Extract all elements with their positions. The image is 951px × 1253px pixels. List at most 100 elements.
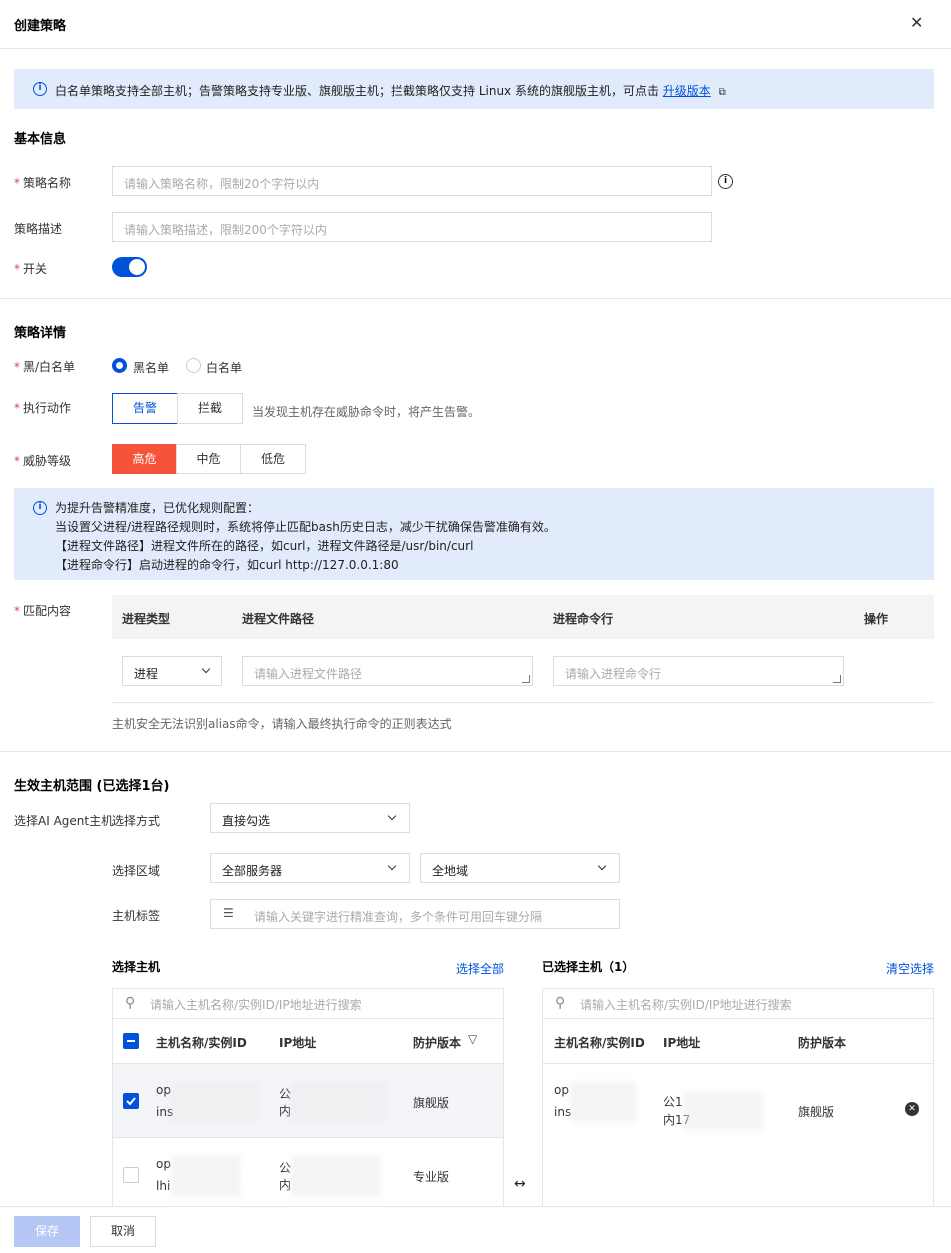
- search-icon: ⚲: [555, 995, 566, 1011]
- protect-version: 专业版: [413, 1170, 450, 1184]
- process-cmd-input[interactable]: 请输入进程命令行: [553, 656, 844, 686]
- process-path-placeholder: 请输入进程文件路径: [254, 667, 363, 681]
- tip-line: 为提升告警精准度，已优化规则配置：: [55, 501, 260, 515]
- host-name: op: [156, 1083, 171, 1097]
- col-ip: IP地址: [663, 1036, 701, 1050]
- tag-label: 主机标签: [112, 909, 161, 923]
- chevron-down-icon: [597, 861, 607, 871]
- tag-filter-icon: ☰: [223, 906, 234, 920]
- scope-section-title: 生效主机范围 (已选择1台): [14, 779, 170, 794]
- tip-info-icon: i: [33, 501, 47, 515]
- table-row[interactable]: op ins 公 内 旗舰版: [113, 1064, 503, 1137]
- policy-name-label: * 策略名称: [14, 176, 72, 190]
- selected-search-input[interactable]: 请输入主机名称/实例ID/IP地址进行搜索: [580, 996, 792, 1013]
- col-process-cmd: 进程命令行: [553, 612, 614, 626]
- level-medium-button[interactable]: 中危: [176, 444, 241, 474]
- level-high-button[interactable]: 高危: [112, 444, 177, 474]
- blacklist-radio[interactable]: [112, 358, 127, 373]
- level-low-button[interactable]: 低危: [240, 444, 306, 474]
- process-type-select[interactable]: 进程: [122, 656, 222, 686]
- col-host-name: 主机名称/实例ID: [554, 1036, 645, 1050]
- close-icon[interactable]: ✕: [910, 13, 923, 32]
- policy-desc-placeholder: 请输入策略描述，限制200个字符以内: [124, 223, 327, 237]
- method-select[interactable]: 直接勾选: [210, 803, 410, 833]
- row-checkbox[interactable]: [123, 1093, 139, 1109]
- transfer-arrows-icon: ↔: [514, 1176, 526, 1192]
- col-process-type: 进程类型: [122, 612, 171, 626]
- remove-icon[interactable]: ✕: [905, 1102, 919, 1116]
- whitelist-label[interactable]: 白名单: [206, 359, 242, 376]
- area-select[interactable]: 全地域: [420, 853, 620, 883]
- select-all-link[interactable]: 选择全部: [456, 960, 504, 977]
- resize-handle-icon[interactable]: [522, 675, 530, 683]
- select-host-title: 选择主机: [112, 960, 161, 974]
- method-value: 直接勾选: [222, 814, 271, 828]
- list-type-label: * 黑/白名单: [14, 360, 76, 374]
- action-alert-button[interactable]: 告警: [112, 393, 178, 424]
- col-ip: IP地址: [279, 1036, 317, 1050]
- resize-handle-icon[interactable]: [833, 675, 841, 683]
- panel-divider: [113, 1018, 503, 1019]
- redacted-block: [171, 1156, 241, 1196]
- row-checkbox[interactable]: [123, 1167, 139, 1183]
- dialog-title: 创建策略: [14, 19, 67, 34]
- match-row-divider: [112, 702, 934, 703]
- policy-switch[interactable]: [112, 257, 147, 277]
- region-label: 选择区域: [112, 864, 161, 878]
- section-divider: [0, 751, 951, 752]
- action-hint: 当发现主机存在威胁命令时，将产生告警。: [252, 405, 481, 419]
- tip-line: 当设置父进程/进程路径规则时，系统将停止匹配bash历史日志，减少干扰确保告警准…: [55, 520, 556, 534]
- threat-level-label: * 威胁等级: [14, 454, 72, 468]
- region-select[interactable]: 全部服务器: [210, 853, 410, 883]
- tag-search-placeholder: 请输入关键字进行精准查询，多个条件可用回车键分隔: [254, 910, 543, 924]
- clear-selection-link[interactable]: 清空选择: [886, 960, 934, 977]
- panel-divider: [543, 1018, 933, 1019]
- area-value: 全地域: [432, 864, 469, 878]
- chevron-down-icon: [201, 664, 211, 674]
- public-ip: 公1: [663, 1095, 683, 1109]
- upgrade-link[interactable]: 升级版本: [663, 84, 711, 98]
- redacted-block: [683, 1092, 763, 1130]
- host-id: lhi: [156, 1179, 171, 1193]
- policy-name-input[interactable]: 请输入策略名称，限制20个字符以内: [112, 166, 712, 196]
- col-host-name: 主机名称/实例ID: [156, 1036, 247, 1050]
- process-path-input[interactable]: 请输入进程文件路径: [242, 656, 533, 686]
- protect-version: 旗舰版: [798, 1105, 835, 1119]
- col-version: 防护版本: [798, 1036, 847, 1050]
- action-block-button[interactable]: 拦截: [177, 393, 243, 424]
- match-hint: 主机安全无法识别alias命令，请输入最终执行命令的正则表达式: [112, 717, 452, 731]
- basic-section-title: 基本信息: [14, 132, 67, 147]
- host-list-panel: ⚲ 请输入主机名称/实例ID/IP地址进行搜索 主机名称/实例ID IP地址 防…: [112, 988, 504, 1218]
- header-divider: [0, 48, 951, 49]
- tip-line: 【进程命令行】启动进程的命令行，如curl http://127.0.0.1:8…: [55, 558, 399, 572]
- col-process-path: 进程文件路径: [242, 612, 315, 626]
- select-all-checkbox[interactable]: [123, 1033, 139, 1049]
- section-divider: [0, 298, 951, 299]
- redacted-block: [570, 1082, 636, 1122]
- process-cmd-placeholder: 请输入进程命令行: [565, 667, 662, 681]
- host-id: ins: [554, 1105, 572, 1119]
- name-help-icon[interactable]: i: [718, 174, 733, 189]
- process-type-value: 进程: [134, 667, 159, 681]
- host-search-input[interactable]: 请输入主机名称/实例ID/IP地址进行搜索: [150, 996, 362, 1013]
- switch-label: * 开关: [14, 262, 48, 276]
- policy-desc-label: 策略描述: [14, 222, 63, 236]
- search-icon: ⚲: [125, 995, 136, 1011]
- col-version: 防护版本: [413, 1036, 462, 1050]
- match-table-header: [112, 595, 934, 639]
- selected-host-title: 已选择主机（1）: [542, 960, 635, 974]
- blacklist-label[interactable]: 黑名单: [133, 359, 169, 376]
- notice-message: 白名单策略支持全部主机；告警策略支持专业版、旗舰版主机；拦截策略仅支持 Linu…: [55, 84, 659, 98]
- external-link-icon[interactable]: ⧉: [719, 87, 726, 98]
- info-icon: i: [33, 82, 47, 96]
- table-row[interactable]: op lhi 公 内 专业版: [113, 1138, 503, 1211]
- chevron-down-icon: [387, 861, 397, 871]
- filter-icon[interactable]: ▽: [468, 1032, 477, 1046]
- save-button[interactable]: 保存: [14, 1216, 80, 1247]
- col-operation: 操作: [864, 612, 889, 626]
- policy-desc-input[interactable]: 请输入策略描述，限制200个字符以内: [112, 212, 712, 242]
- cancel-button[interactable]: 取消: [90, 1216, 156, 1247]
- host-name: op: [554, 1083, 569, 1097]
- tag-search-input[interactable]: ☰ 请输入关键字进行精准查询，多个条件可用回车键分隔: [210, 899, 620, 929]
- whitelist-radio[interactable]: [186, 358, 201, 373]
